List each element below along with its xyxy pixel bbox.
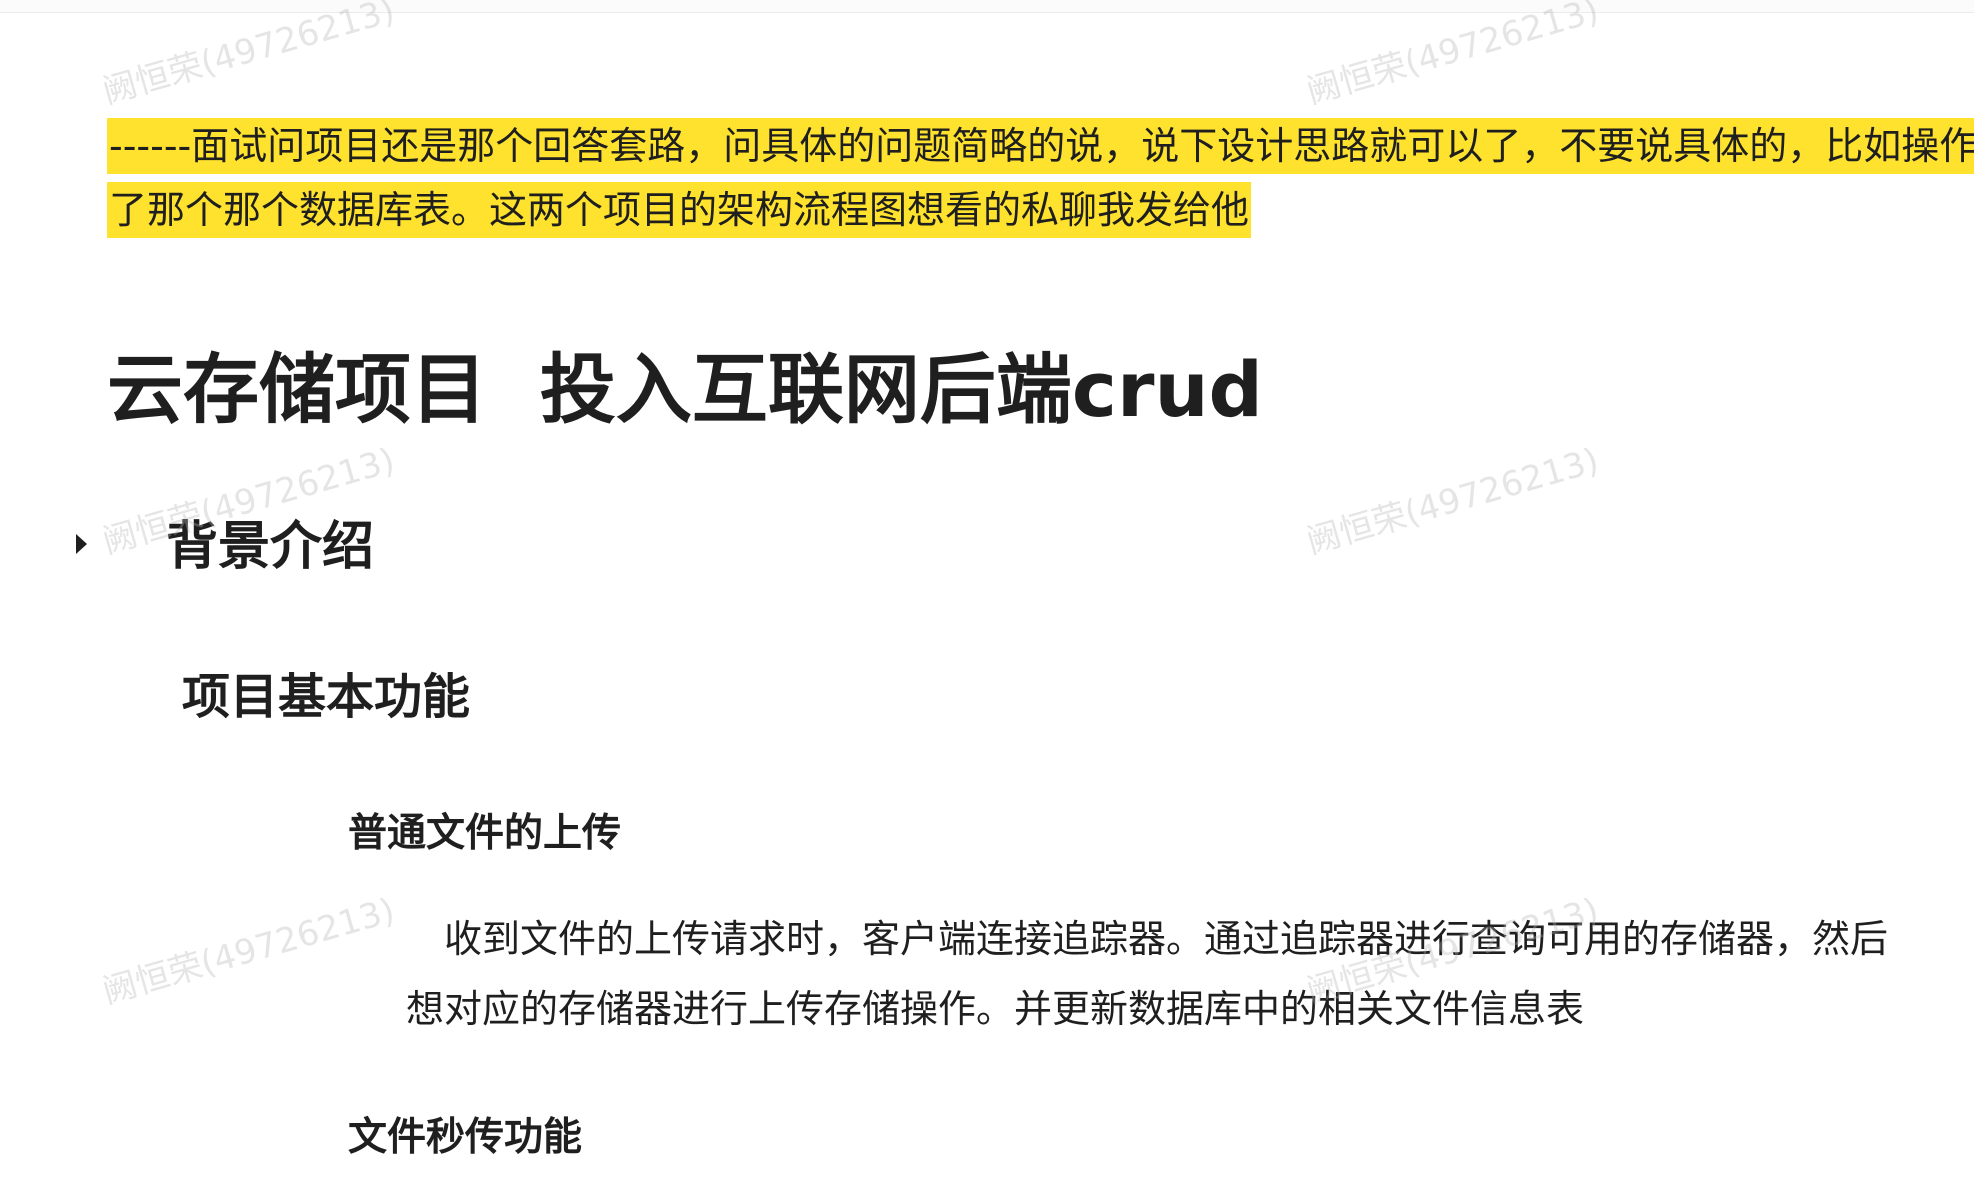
watermark: 阙恒荣(49726213) [98,890,400,1013]
upload-paragraph: 收到文件的上传请求时，客户端连接追踪器。通过追踪器进行查询可用的存储器，然后 想… [406,904,1974,1044]
note-line: ------面试问项目还是那个回答套路，问具体的问题简略的说，说下设计思路就可以… [107,118,1974,174]
note-line: 了那个那个数据库表。这两个项目的架构流程图想看的私聊我发给他 [107,182,1252,238]
page-title: 云存储项目 投入互联网后端crud [107,345,1263,434]
subheading-instant-upload: 文件秒传功能 [348,1115,583,1160]
watermark: 阙恒荣(49726213) [98,0,400,113]
highlighted-note: ------面试问项目还是那个回答套路，问具体的问题简略的说，说下设计思路就可以… [107,114,1974,242]
paragraph-line: 收到文件的上传请求时，客户端连接追踪器。通过追踪器进行查询可用的存储器，然后 [444,917,1889,961]
top-divider [0,0,1974,13]
section-heading-features: 项目基本功能 [182,669,471,725]
collapse-toggle-icon[interactable] [76,534,87,554]
section-heading-background: 背景介绍 [166,517,375,577]
watermark: 阙恒荣(49726213) [1302,440,1604,563]
paragraph-line: 想对应的存储器进行上传存储操作。并更新数据库中的相关文件信息表 [406,987,1585,1031]
subheading-upload: 普通文件的上传 [348,811,622,856]
watermark: 阙恒荣(49726213) [1302,0,1604,113]
